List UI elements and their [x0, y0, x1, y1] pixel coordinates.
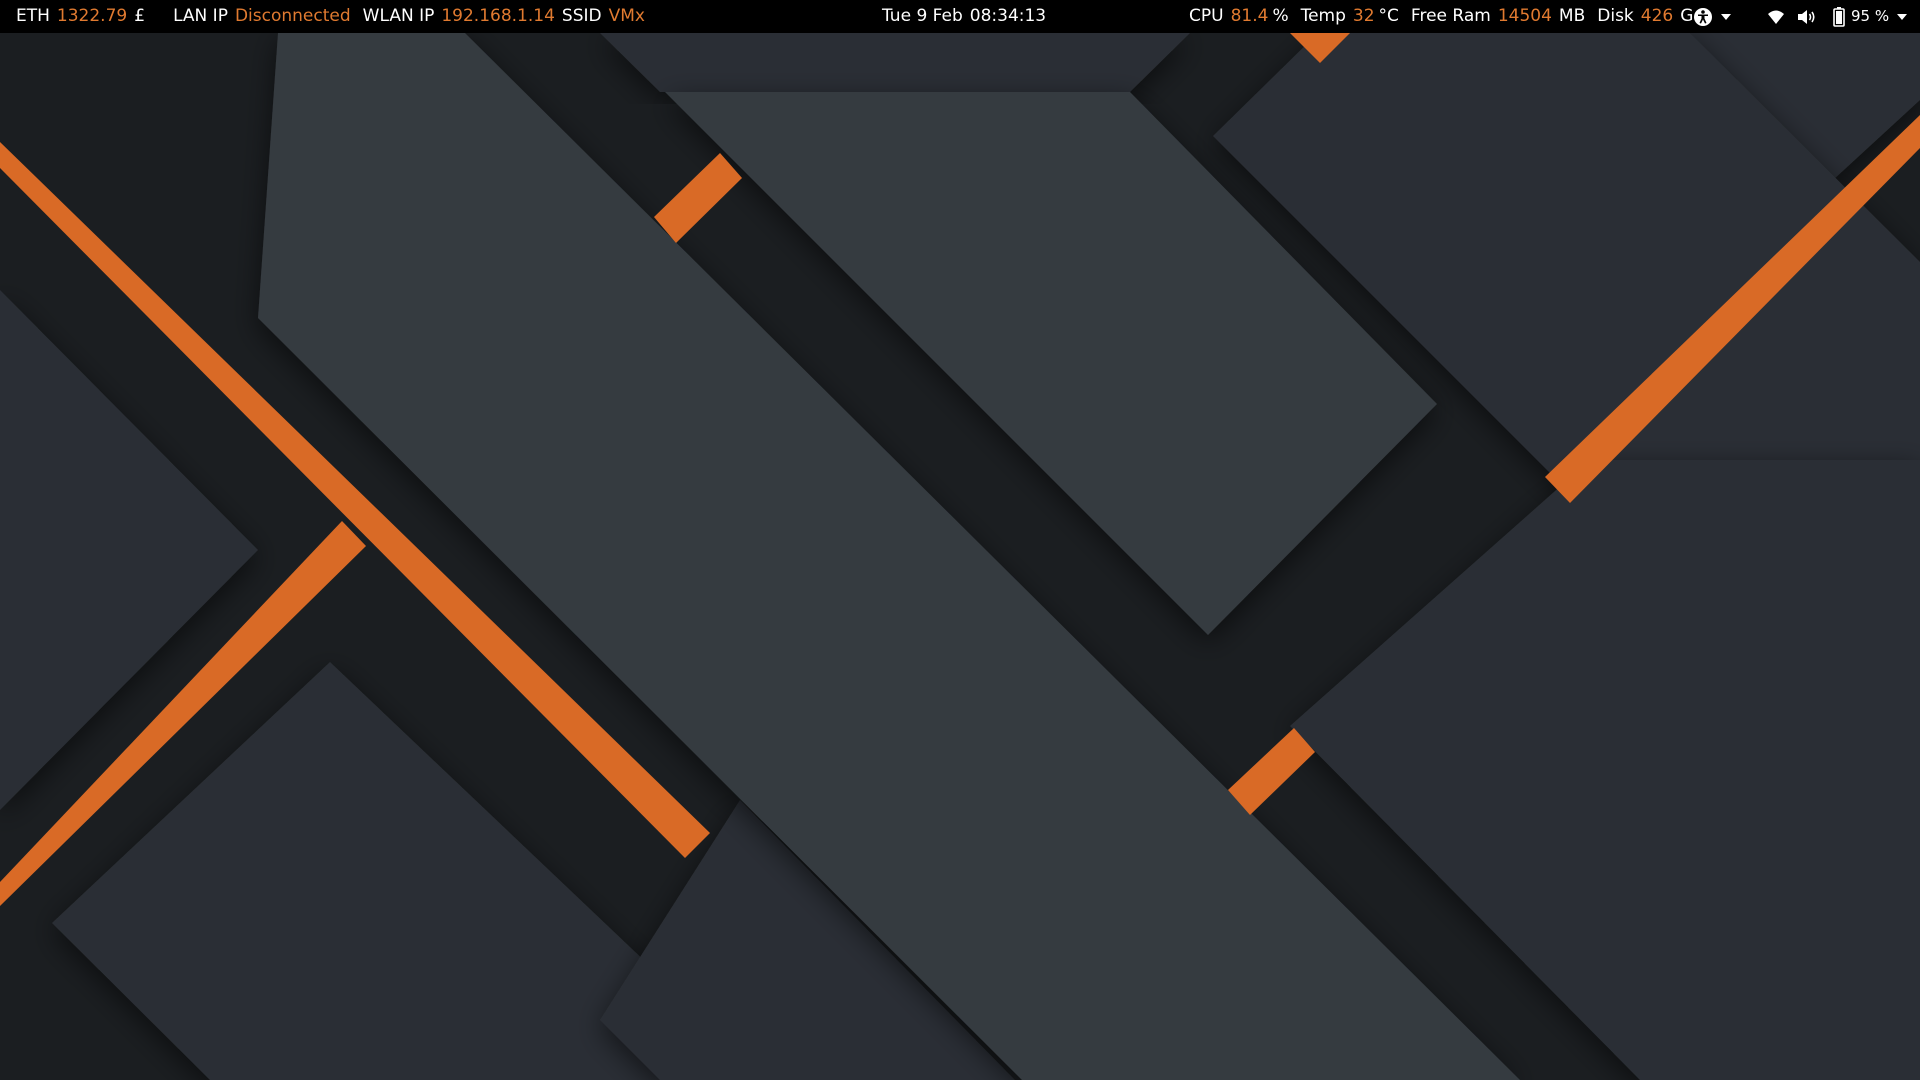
accessibility-menu[interactable]	[1693, 0, 1731, 33]
wlan-ip-label: WLAN IP	[362, 6, 435, 26]
network-indicator[interactable]	[1767, 0, 1785, 33]
ram-value: 14504	[1497, 6, 1552, 26]
cpu-value: 81.4	[1230, 6, 1269, 26]
wallpaper-top-center-panel	[600, 33, 1190, 92]
volume-icon	[1797, 8, 1817, 26]
wallpaper	[0, 0, 1920, 1080]
eth-label: ETH	[16, 6, 50, 26]
top-bar: ETH 1322.79 £ LAN IP Disconnected WLAN I…	[0, 0, 1920, 33]
eth-value: 1322.79	[56, 6, 128, 26]
system-menu-chevron-icon	[1897, 13, 1908, 20]
accessibility-icon	[1693, 7, 1713, 27]
disk-label: Disk	[1597, 6, 1634, 26]
cpu-label: CPU	[1189, 6, 1224, 26]
temp-value: 32	[1352, 6, 1375, 26]
desktop: ETH 1322.79 £ LAN IP Disconnected WLAN I…	[0, 0, 1920, 1080]
cpu-unit: %	[1272, 6, 1289, 26]
clock-time: 08:34:13	[969, 6, 1047, 26]
eth-unit: £	[134, 6, 146, 26]
disk-unit: G	[1680, 6, 1694, 26]
clock-date: Tue 9 Feb	[882, 6, 963, 26]
disk-value: 426	[1640, 6, 1674, 26]
ram-unit: MB	[1558, 6, 1586, 26]
wifi-icon	[1767, 9, 1785, 25]
battery-icon	[1833, 6, 1845, 27]
status-left-group: ETH 1322.79 £ LAN IP Disconnected WLAN I…	[16, 0, 645, 33]
temp-label: Temp	[1300, 6, 1346, 26]
chevron-down-icon	[1721, 13, 1731, 20]
status-right-group: CPU 81.4 % Temp 32 °C Free Ram 14504 MB …	[1189, 0, 1693, 33]
system-tray: 95 %	[1693, 0, 1908, 33]
ssid-label: SSID	[561, 6, 602, 26]
ssid-value: VMx	[608, 6, 645, 26]
ram-label: Free Ram	[1410, 6, 1491, 26]
temp-unit: °C	[1378, 6, 1399, 26]
battery-indicator[interactable]: 95 %	[1833, 0, 1908, 33]
battery-percent: 95 %	[1851, 7, 1890, 25]
clock[interactable]: Tue 9 Feb 08:34:13	[882, 0, 1046, 33]
lan-ip-value: Disconnected	[234, 6, 351, 26]
wlan-ip-value: 192.168.1.14	[441, 6, 555, 26]
volume-indicator[interactable]	[1797, 0, 1817, 33]
lan-ip-label: LAN IP	[173, 6, 228, 26]
